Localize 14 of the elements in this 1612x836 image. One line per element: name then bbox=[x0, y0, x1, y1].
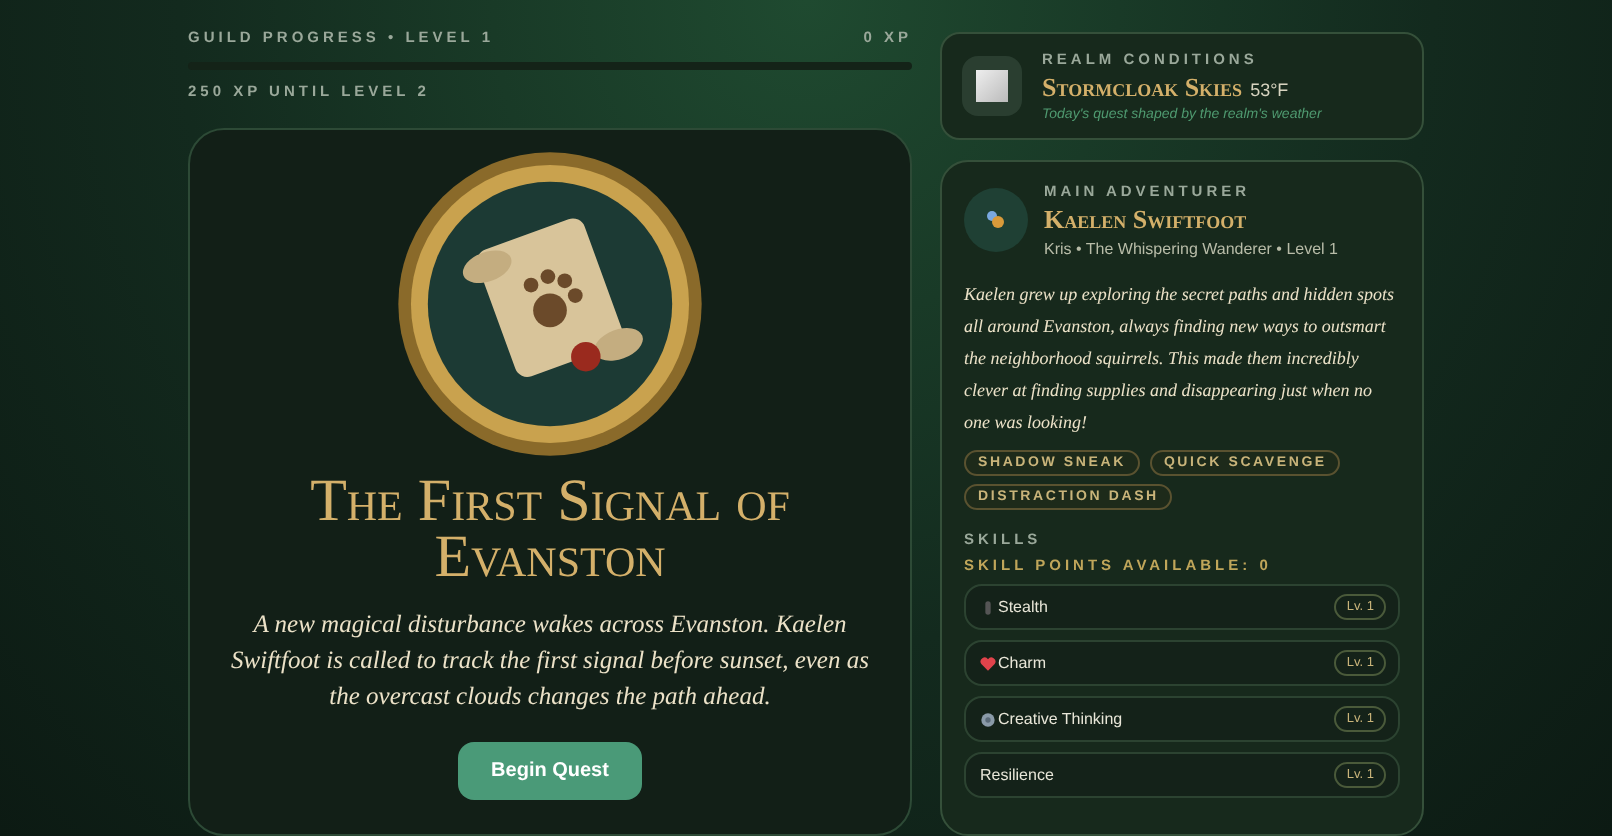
heart-icon bbox=[980, 655, 996, 671]
quest-title: The First Signal of Evanston bbox=[308, 474, 792, 586]
skill-name: Charm bbox=[998, 654, 1047, 672]
gear-icon bbox=[980, 711, 996, 727]
skill-name: Resilience bbox=[980, 766, 1054, 784]
skill-name: Stealth bbox=[998, 598, 1048, 616]
avatar-icon bbox=[964, 188, 1028, 252]
adventurer-bio: Kaelen grew up exploring the secret paths and hidden spots all around Evanston, always finding new ways to outsmart the neighborhood squirrels. This made them incredibly clever at finding supplies and disappearing just when no one was looking! bbox=[964, 282, 1397, 436]
temperature: 53°F bbox=[1250, 80, 1289, 100]
skill-name: Creative Thinking bbox=[998, 710, 1123, 728]
adventurer-meta: Kris • The Whispering Wanderer • Level 1 bbox=[1044, 240, 1338, 258]
realm-name: Stormcloak Skies bbox=[1042, 72, 1243, 104]
quest-description: A new magical disturbance wakes across Evanston. Kaelen Swiftfoot is called to track the first signal before sunset, even as the overcast clouds changes the path ahead. bbox=[229, 608, 871, 714]
adventurer-name: Kaelen Swiftfoot bbox=[1044, 204, 1249, 236]
